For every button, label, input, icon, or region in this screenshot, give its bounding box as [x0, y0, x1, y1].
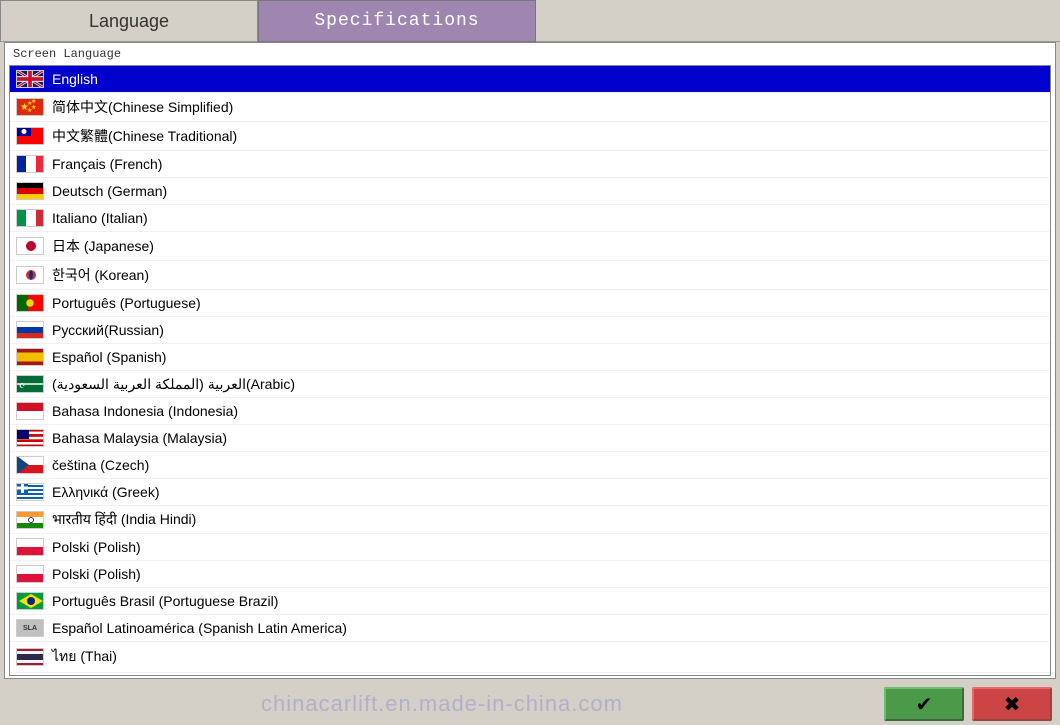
tab-language-label: Language	[89, 11, 169, 32]
flag-icon: SLA	[16, 619, 44, 637]
list-item[interactable]: Ελληνικά (Greek)	[10, 479, 1050, 506]
tab-specifications-label: Specifications	[314, 11, 479, 31]
tab-header: Language Specifications	[0, 0, 1060, 42]
tab-rest	[536, 0, 1060, 42]
flag-icon	[16, 155, 44, 173]
language-name: 日本 (Japanese)	[52, 236, 154, 256]
language-name: čeština (Czech)	[52, 457, 149, 473]
flag-icon	[16, 182, 44, 200]
language-name: العربية (المملكة العربية السعودية)(Arabi…	[52, 376, 295, 393]
list-item[interactable]: čeština (Czech)	[10, 452, 1050, 479]
list-item[interactable]: ★★★★★简体中文(Chinese Simplified)	[10, 93, 1050, 122]
screen-language-label: Screen Language	[5, 43, 1055, 65]
list-item[interactable]: Português Brasil (Portuguese Brazil)	[10, 588, 1050, 615]
flag-icon	[16, 321, 44, 339]
language-name: Polski (Polish)	[52, 566, 141, 582]
list-item[interactable]: SLA Español Latinoamérica (Spanish Latin …	[10, 615, 1050, 642]
language-name: Português (Portuguese)	[52, 295, 201, 311]
svg-text:☪: ☪	[19, 382, 25, 390]
watermark-text: chinacarlift.en.made-in-china.com	[261, 691, 623, 717]
list-item[interactable]: Türkçe (Turkish)	[10, 673, 1050, 676]
content-area: Screen Language English★★★★★简体中文(Chinese…	[4, 42, 1056, 679]
flag-icon	[16, 70, 44, 88]
language-name: Polski (Polish)	[52, 539, 141, 555]
list-item[interactable]: 日本 (Japanese)	[10, 232, 1050, 261]
language-name: Русский(Russian)	[52, 322, 164, 338]
bottom-bar: chinacarlift.en.made-in-china.com ✔ ✖	[0, 683, 1060, 725]
list-item[interactable]: English	[10, 66, 1050, 93]
language-name: 한국어 (Korean)	[52, 265, 149, 285]
flag-icon	[16, 402, 44, 420]
tab-specifications[interactable]: Specifications	[258, 0, 536, 42]
flag-icon	[16, 127, 44, 145]
list-item[interactable]: Español (Spanish)	[10, 344, 1050, 371]
list-item[interactable]: Polski (Polish)	[10, 561, 1050, 588]
list-item[interactable]: भारतीय हिंदी (India Hindi)	[10, 506, 1050, 534]
language-name: Español Latinoamérica (Spanish Latin Ame…	[52, 620, 347, 636]
svg-text:★: ★	[31, 98, 36, 105]
language-name: English	[52, 71, 98, 87]
flag-icon	[16, 483, 44, 501]
watermark-area: chinacarlift.en.made-in-china.com	[8, 691, 876, 717]
list-item[interactable]: 中文繁體(Chinese Traditional)	[10, 122, 1050, 151]
list-item[interactable]: Русский(Russian)	[10, 317, 1050, 344]
language-name: Español (Spanish)	[52, 349, 166, 365]
svg-text:★: ★	[27, 107, 32, 114]
list-item[interactable]: 한국어 (Korean)	[10, 261, 1050, 290]
list-item[interactable]: Português (Portuguese)	[10, 290, 1050, 317]
list-item[interactable]: Bahasa Malaysia (Malaysia)	[10, 425, 1050, 452]
flag-icon	[16, 538, 44, 556]
ok-icon: ✔	[916, 692, 933, 717]
flag-icon	[16, 209, 44, 227]
list-item[interactable]: Bahasa Indonesia (Indonesia)	[10, 398, 1050, 425]
language-name: Bahasa Indonesia (Indonesia)	[52, 403, 238, 419]
list-item[interactable]: Deutsch (German)	[10, 178, 1050, 205]
list-item[interactable]: Polski (Polish)	[10, 534, 1050, 561]
flag-icon	[16, 237, 44, 255]
list-item[interactable]: Italiano (Italian)	[10, 205, 1050, 232]
flag-icon	[16, 429, 44, 447]
language-list[interactable]: English★★★★★简体中文(Chinese Simplified)中文繁體…	[9, 65, 1051, 676]
language-name: ไทย (Thai)	[52, 646, 117, 668]
flag-icon	[16, 294, 44, 312]
ok-button[interactable]: ✔	[884, 687, 964, 721]
language-name: Ελληνικά (Greek)	[52, 484, 160, 500]
cancel-button[interactable]: ✖	[972, 687, 1052, 721]
flag-icon	[16, 565, 44, 583]
list-item[interactable]: Français (French)	[10, 151, 1050, 178]
language-name: Italiano (Italian)	[52, 210, 148, 226]
flag-icon	[16, 348, 44, 366]
flag-icon: ★★★★★	[16, 98, 44, 116]
language-name: 中文繁體(Chinese Traditional)	[52, 126, 237, 146]
language-name: Deutsch (German)	[52, 183, 167, 199]
flag-icon: ☪	[16, 375, 44, 393]
flag-icon	[16, 648, 44, 666]
flag-icon	[16, 456, 44, 474]
language-name: 简体中文(Chinese Simplified)	[52, 97, 233, 117]
list-item[interactable]: ไทย (Thai)	[10, 642, 1050, 673]
language-name: Português Brasil (Portuguese Brazil)	[52, 593, 278, 609]
main-container: Language Specifications Screen Language …	[0, 0, 1060, 725]
language-name: Bahasa Malaysia (Malaysia)	[52, 430, 227, 446]
flag-icon	[16, 266, 44, 284]
cancel-icon: ✖	[1004, 692, 1021, 717]
flag-icon	[16, 511, 44, 529]
tab-language[interactable]: Language	[0, 0, 258, 42]
language-name: भारतीय हिंदी (India Hindi)	[52, 510, 196, 529]
language-name: Français (French)	[52, 156, 162, 172]
flag-icon	[16, 592, 44, 610]
list-item[interactable]: ☪ العربية (المملكة العربية السعودية)(Arab…	[10, 371, 1050, 398]
